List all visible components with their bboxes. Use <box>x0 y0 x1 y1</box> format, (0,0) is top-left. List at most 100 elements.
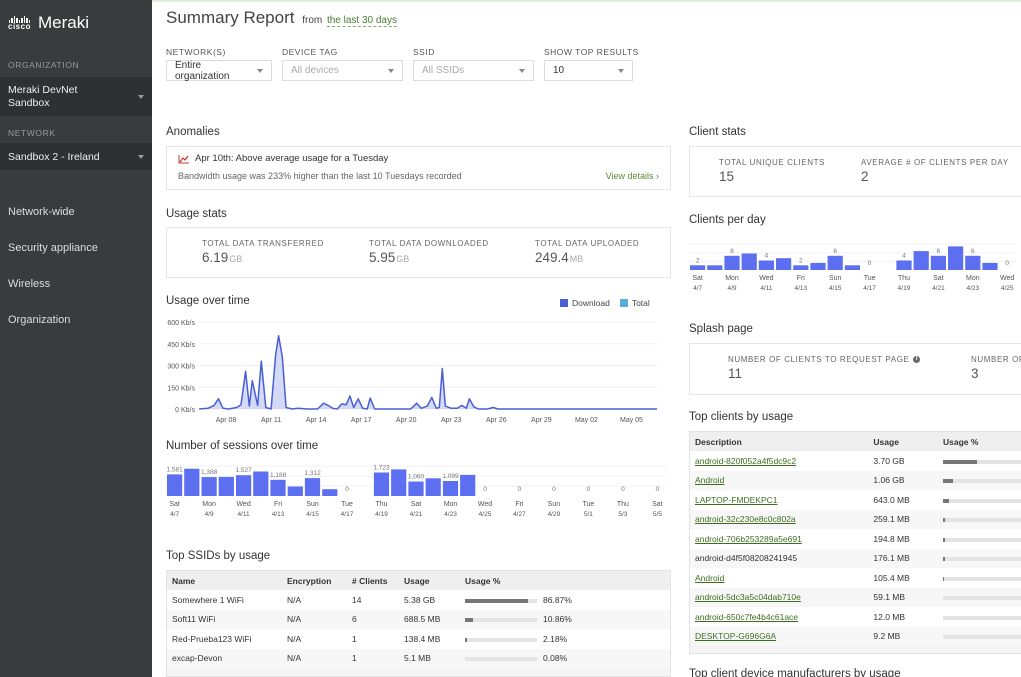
col-usage-pct[interactable]: Usage % <box>460 571 670 590</box>
x-tick-day: Sat <box>411 501 422 508</box>
bar[interactable] <box>218 476 234 496</box>
table-row[interactable]: android-820f052a4f5dc9c2 3.70 GB <box>690 451 1021 471</box>
client-link[interactable]: android-32c230e8c0c802a <box>695 514 796 524</box>
bar[interactable] <box>373 472 390 497</box>
table-row[interactable]: android-5dc3a5c04dab710e 59.1 MB <box>690 587 1021 607</box>
bar[interactable] <box>776 258 792 270</box>
bar[interactable] <box>201 477 217 496</box>
bar[interactable] <box>408 481 424 497</box>
bar-data-label: 1,188 <box>270 472 287 479</box>
ssid-clients: 6 <box>347 609 399 629</box>
client-usage: 59.1 MB <box>868 587 938 607</box>
table-row[interactable]: Red-Prueba123 WiFi N/A 1 138.4 MB 2.18% <box>167 629 670 649</box>
networks-dropdown[interactable]: Entire organization <box>166 60 272 82</box>
info-icon[interactable]: i <box>913 356 921 363</box>
table-row[interactable]: android-706b253289a5e691 194.8 MB <box>690 529 1021 549</box>
bar-data-label: 4 <box>765 253 769 260</box>
sidebar-item-security-appliance[interactable]: Security appliance <box>8 242 98 254</box>
col-encryption[interactable]: Encryption <box>282 571 347 590</box>
legend-download[interactable]: Download <box>560 298 610 308</box>
bar[interactable] <box>948 246 964 270</box>
bar[interactable] <box>184 468 200 496</box>
bar[interactable] <box>236 475 252 496</box>
client-link[interactable]: LAPTOP-FMDEKPC1 <box>695 495 778 505</box>
bar[interactable] <box>758 260 774 271</box>
bar[interactable] <box>253 471 269 497</box>
table-row[interactable]: Android 105.4 MB <box>690 568 1021 588</box>
bar[interactable] <box>690 265 706 270</box>
bar[interactable] <box>844 265 860 270</box>
table-row[interactable]: excap-Devon N/A 1 5.1 MB 0.08% <box>167 648 670 668</box>
network-select[interactable]: Sandbox 2 - Ireland <box>0 143 152 170</box>
bar[interactable] <box>896 260 912 271</box>
bar[interactable] <box>724 255 740 270</box>
table-row[interactable]: Android 1.06 GB <box>690 470 1021 490</box>
device-tag-dropdown[interactable]: All devices <box>282 60 403 81</box>
organization-select[interactable]: Meraki DevNet Sandbox <box>0 77 152 116</box>
bar[interactable] <box>741 253 757 271</box>
sidebar-item-network-wide[interactable]: Network-wide <box>8 206 75 218</box>
col-usage[interactable]: Usage <box>399 571 460 590</box>
ssid-dropdown[interactable]: All SSIDs <box>413 60 534 81</box>
col-clients[interactable]: # Clients <box>347 571 399 590</box>
bar[interactable] <box>707 265 723 270</box>
bar[interactable] <box>167 474 183 496</box>
client-link[interactable]: Android <box>695 573 724 583</box>
bar[interactable] <box>982 262 998 270</box>
bar[interactable] <box>827 255 843 270</box>
date-range-picker[interactable]: the last 30 days <box>326 15 397 27</box>
sidebar-item-organization[interactable]: Organization <box>8 314 70 326</box>
view-details-link[interactable]: View details › <box>606 171 659 181</box>
top-ssids-heading: Top SSIDs by usage <box>166 550 271 562</box>
bar[interactable] <box>913 251 929 270</box>
table-row[interactable]: Somewhere 1 WiFi N/A 14 5.38 GB 86.87% <box>167 590 670 610</box>
filter-label-top-results: SHOW TOP RESULTS <box>544 47 639 57</box>
bar[interactable] <box>793 265 809 270</box>
bar[interactable] <box>425 478 441 496</box>
col-name[interactable]: Name <box>167 571 282 590</box>
bar[interactable] <box>442 481 459 496</box>
x-tick-day: Sun <box>548 501 561 508</box>
col-description[interactable]: Description <box>690 432 869 451</box>
top-results-dropdown[interactable]: 10 <box>544 60 633 81</box>
bar-data-label: 1,388 <box>201 469 218 476</box>
table-row[interactable]: android-650c7fe4b4c61ace 12.0 MB <box>690 607 1021 627</box>
table-row[interactable]: DESKTOP-G696G6A 9.2 MB <box>690 626 1021 646</box>
bar[interactable] <box>322 489 338 496</box>
usage-bar <box>943 596 1021 600</box>
bar[interactable] <box>391 469 407 496</box>
bar[interactable] <box>930 255 946 270</box>
table-row[interactable]: Soft11 WiFi N/A 6 688.5 MB 10.86% <box>167 609 670 629</box>
bar[interactable] <box>270 479 286 496</box>
bar[interactable] <box>287 486 303 497</box>
client-link[interactable]: Android <box>695 475 724 485</box>
x-tick-day: Sat <box>652 501 663 508</box>
legend-total[interactable]: Total <box>619 298 650 308</box>
usage-bar <box>943 576 1021 581</box>
usage-stats-card: TOTAL DATA TRANSFERRED 6.19GB TOTAL DATA… <box>166 227 671 278</box>
client-link[interactable]: android-820f052a4f5dc9c2 <box>695 456 796 466</box>
bar-data-label: 0 <box>552 486 556 493</box>
client-link[interactable]: android-706b253289a5e691 <box>695 534 802 544</box>
bar[interactable] <box>460 474 476 496</box>
bar-data-label: 6 <box>971 248 975 255</box>
ssid-usage-pct: 2.18% <box>460 629 670 649</box>
bar[interactable] <box>810 262 826 270</box>
col-usage-pct[interactable]: Usage % <box>938 432 1021 451</box>
client-link[interactable]: android-650c7fe4b4c61ace <box>695 612 798 622</box>
page-title-text: Summary Report <box>166 8 295 27</box>
x-tick-date: 4/11 <box>760 285 773 292</box>
table-row[interactable]: android-32c230e8c0c802a 259.1 MB <box>690 509 1021 529</box>
table-row[interactable]: LAPTOP-FMDEKPC1 643.0 MB <box>690 490 1021 510</box>
client-name: android-d4f5f08208241945 <box>695 553 798 564</box>
client-link[interactable]: android-5dc3a5c04dab710e <box>695 592 801 602</box>
bar[interactable] <box>304 478 321 496</box>
client-link[interactable]: DESKTOP-G696G6A <box>695 631 776 641</box>
ssid-name: Soft11 WiFi <box>167 609 282 629</box>
logo[interactable]: cisco Meraki <box>8 13 89 33</box>
bar[interactable] <box>965 255 981 270</box>
col-usage[interactable]: Usage <box>868 432 938 451</box>
table-row[interactable]: android-d4f5f08208241945 176.1 MB <box>690 548 1021 568</box>
sidebar-item-wireless[interactable]: Wireless <box>8 278 50 290</box>
stat-unit: GB <box>229 254 243 264</box>
